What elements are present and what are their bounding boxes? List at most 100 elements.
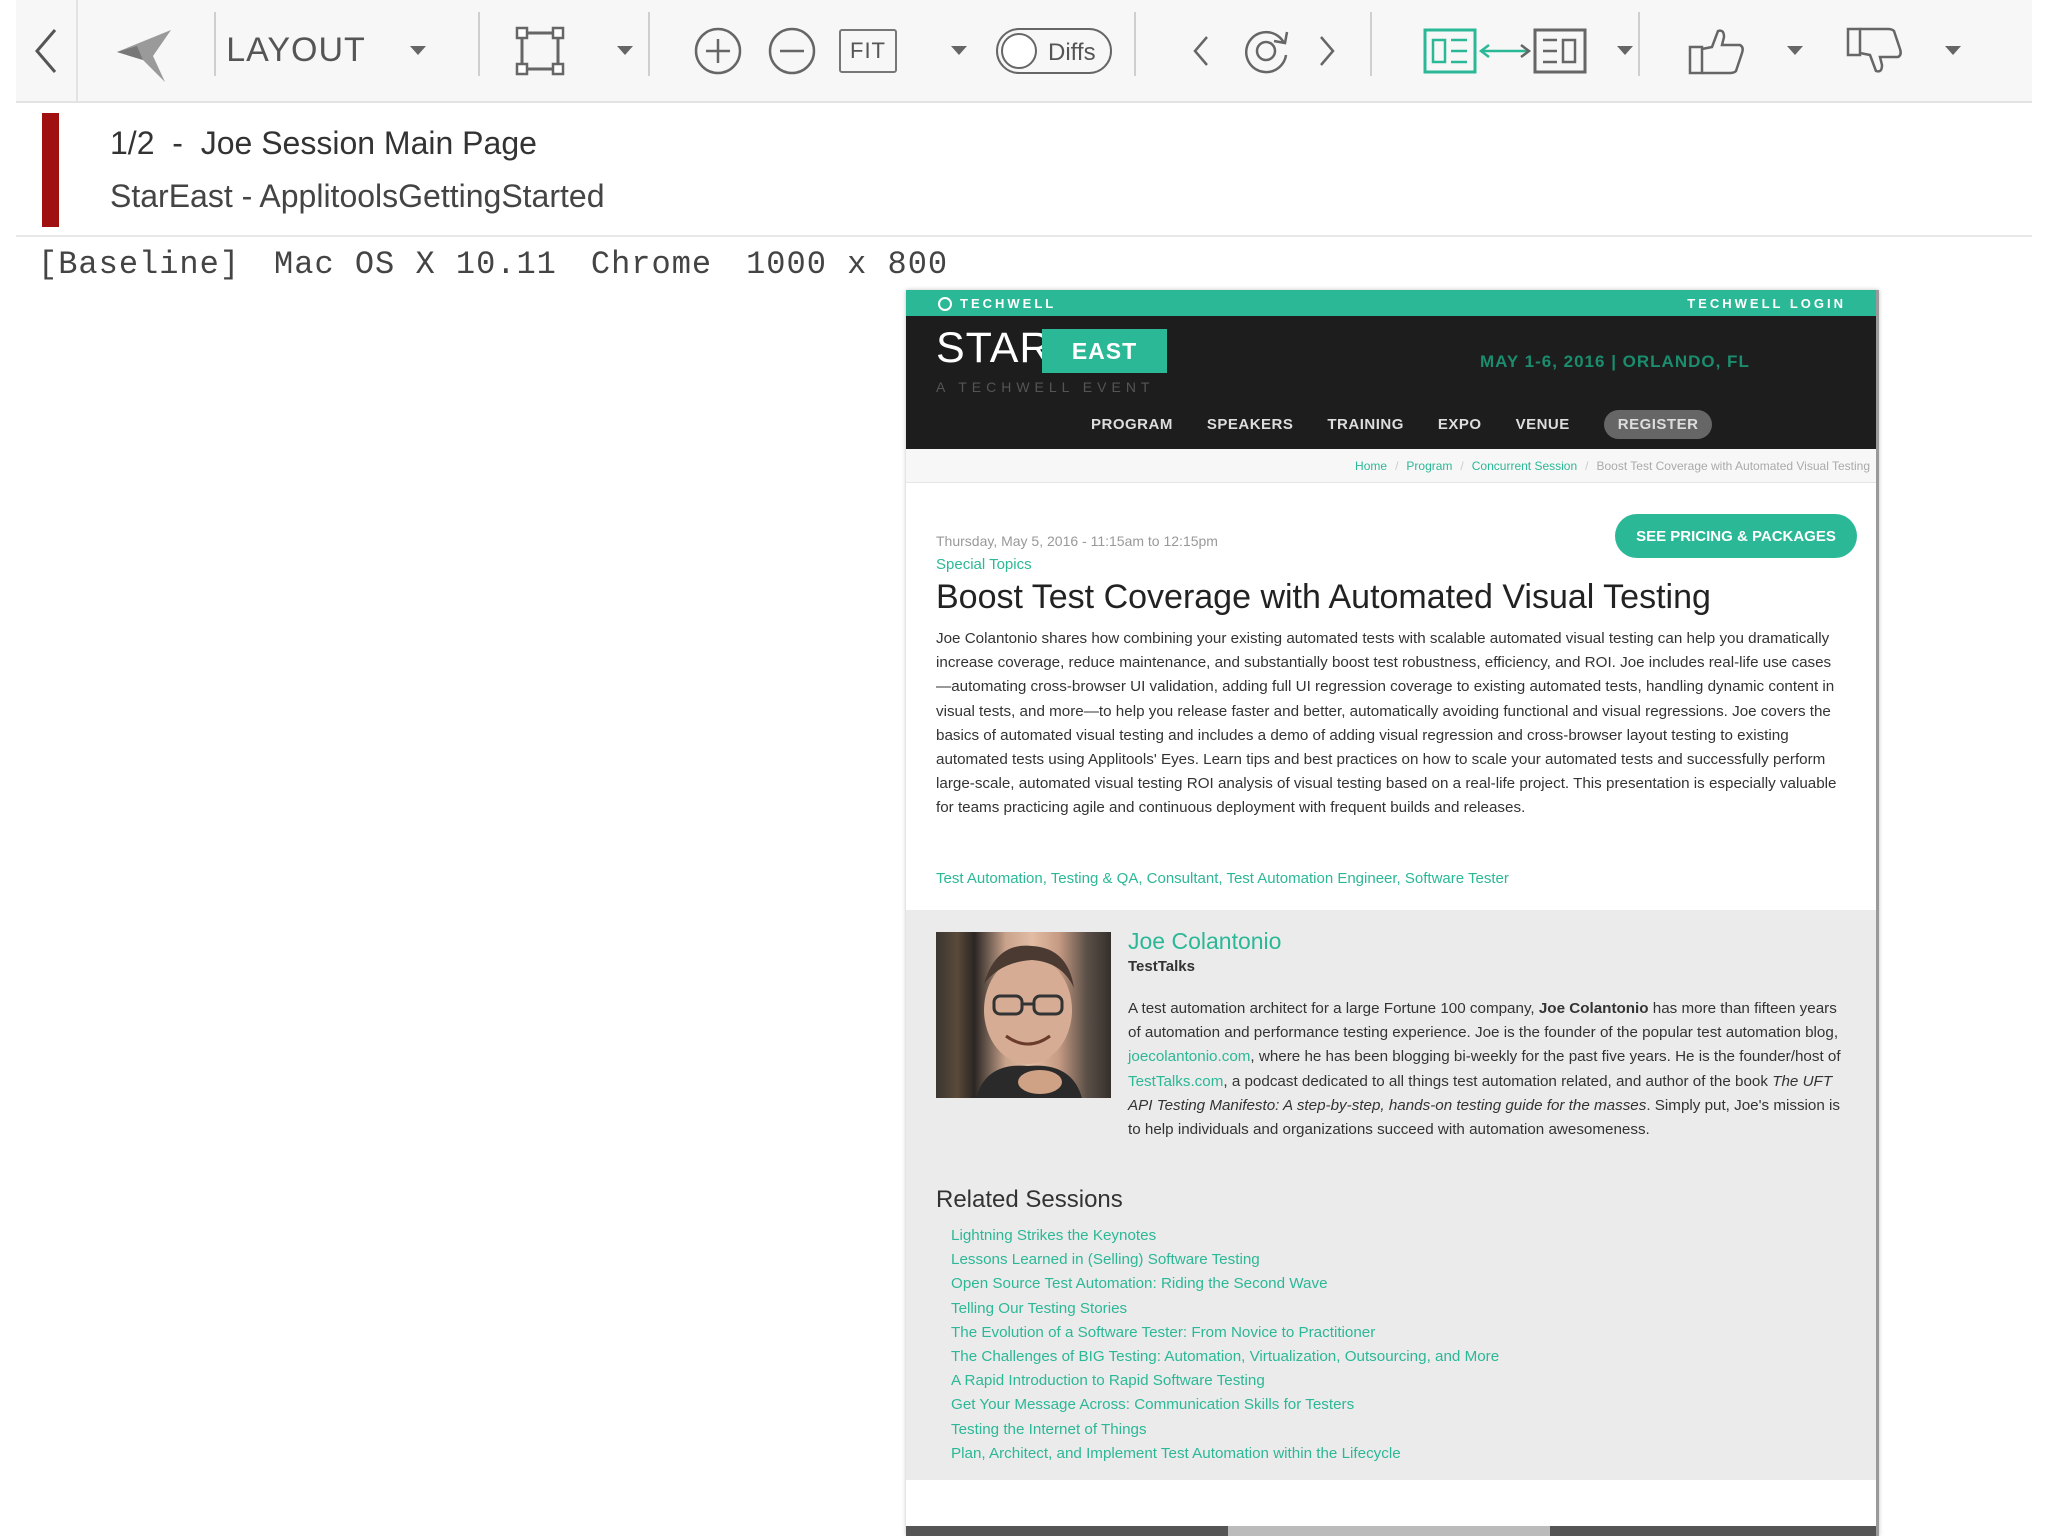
nav-register-button[interactable]: REGISTER [1603, 410, 1713, 439]
accept-dropdown-button[interactable] [1780, 0, 1810, 101]
nav-expo[interactable]: EXPO [1438, 416, 1482, 433]
scrollbar-thumb[interactable] [1228, 1526, 1550, 1536]
related-session-link[interactable]: Open Source Test Automation: Riding the … [951, 1272, 1499, 1296]
related-session-link[interactable]: Testing the Internet of Things [951, 1418, 1499, 1442]
chevron-down-icon [1787, 46, 1803, 55]
techwell-brand: TECHWELL [960, 296, 1057, 311]
event-date: MAY 1-6, 2016 | ORLANDO, FL [1480, 352, 1750, 371]
session-time: Thursday, May 5, 2016 - 11:15am to 12:15… [936, 533, 1218, 549]
layout-dropdown[interactable]: LAYOUT [226, 0, 426, 101]
session-track-link[interactable]: Special Topics [936, 556, 1032, 573]
reject-dropdown-button[interactable] [1938, 0, 1968, 101]
chevron-down-icon [409, 46, 426, 55]
related-session-link[interactable]: The Challenges of BIG Testing: Automatio… [951, 1345, 1499, 1369]
zoom-dropdown-button[interactable] [944, 0, 974, 101]
nav-venue[interactable]: VENUE [1516, 416, 1570, 433]
speaker-name-link[interactable]: Joe Colantonio [1128, 928, 1281, 955]
region-select-icon [515, 26, 565, 75]
speaker-company: TestTalks [1128, 958, 1195, 975]
diffs-toggle[interactable]: Diffs [994, 0, 1114, 101]
main-nav: PROGRAM SPEAKERS TRAINING EXPO VENUE REG… [1091, 410, 1713, 439]
breadcrumb-current: Boost Test Coverage with Automated Visua… [1596, 458, 1871, 473]
toggle-knob [1001, 32, 1037, 69]
toolbar: LAYOUT FIT Diffs [16, 0, 2032, 103]
breadcrumb-program[interactable]: Program [1406, 459, 1452, 473]
breadcrumb: Home / Program / Concurrent Session / Bo… [906, 449, 1876, 483]
baseline-screenshot[interactable]: TECHWELL TECHWELL LOGIN STAR EAST A TECH… [906, 290, 1879, 1536]
thumbs-down-button[interactable] [1842, 0, 1906, 101]
fit-button[interactable]: FIT [836, 0, 900, 101]
thumbs-up-button[interactable] [1684, 0, 1748, 101]
event-tagline: A TECHWELL EVENT [936, 379, 1155, 395]
previous-step-button[interactable] [1186, 0, 1216, 101]
chevron-left-icon [1193, 35, 1208, 66]
related-sessions-list: Lightning Strikes the Keynotes Lessons L… [951, 1224, 1499, 1466]
chevron-down-icon [951, 46, 967, 55]
navigator-icon [1245, 30, 1289, 73]
related-session-link[interactable]: Plan, Architect, and Implement Test Auto… [951, 1442, 1499, 1466]
zoom-out-button[interactable] [764, 0, 820, 101]
nav-program[interactable]: PROGRAM [1091, 416, 1173, 433]
bio-text: A test automation architect for a large … [1128, 1000, 1539, 1017]
next-step-button[interactable] [1312, 0, 1342, 101]
related-sessions-heading: Related Sessions [936, 1186, 1123, 1213]
diffs-switch: Diffs [996, 27, 1112, 74]
related-session-link[interactable]: A Rapid Introduction to Rapid Software T… [951, 1369, 1499, 1393]
bio-text: , where he has been blogging bi-weekly f… [1250, 1048, 1841, 1066]
bio-speaker-name: Joe Colantonio [1538, 1000, 1649, 1017]
speaker-panel: Joe Colantonio TestTalks A test automati… [906, 910, 1876, 1480]
zoom-in-icon [694, 27, 742, 74]
baseline-label: [Baseline] [38, 246, 241, 283]
techwell-top-bar: TECHWELL TECHWELL LOGIN [906, 290, 1876, 316]
site-header: STAR EAST A TECHWELL EVENT MAY 1-6, 2016… [906, 316, 1876, 449]
related-session-link[interactable]: Telling Our Testing Stories [951, 1297, 1499, 1321]
diffs-label: Diffs [1048, 38, 1096, 66]
viewport-label: 1000 x 800 [746, 246, 949, 283]
side-by-side-button[interactable] [1420, 0, 1590, 101]
blog-link[interactable]: joecolantonio.com [1128, 1048, 1250, 1065]
star-logo-text: STAR [936, 324, 1052, 372]
nav-training[interactable]: TRAINING [1327, 416, 1404, 433]
speaker-bio: A test automation architect for a large … [1128, 997, 1848, 1142]
chevron-down-icon [1617, 46, 1633, 55]
related-session-link[interactable]: Get Your Message Across: Communication S… [951, 1393, 1499, 1417]
step-navigator-button[interactable] [1238, 0, 1294, 101]
region-select-button[interactable] [512, 0, 568, 101]
compare-dropdown-button[interactable] [1610, 0, 1640, 101]
breadcrumb-separator: / [1395, 458, 1399, 473]
chevron-down-icon [1945, 46, 1961, 55]
nav-speakers[interactable]: SPEAKERS [1207, 416, 1294, 433]
fit-label: FIT [839, 28, 897, 73]
chevron-left-icon [35, 28, 57, 73]
breadcrumb-home[interactable]: Home [1355, 459, 1387, 473]
step-title: 1/2 - Joe Session Main Page [110, 125, 537, 161]
browser-label: Chrome [590, 246, 713, 283]
thumbs-down-icon [1846, 27, 1902, 73]
session-tags[interactable]: Test Automation, Testing & QA, Consultan… [936, 870, 1509, 887]
region-dropdown-button[interactable] [610, 0, 640, 101]
environment-info: [Baseline] Mac OS X 10.11 Chrome 1000 x … [38, 246, 948, 283]
session-title: Boost Test Coverage with Automated Visua… [936, 578, 1711, 616]
related-session-link[interactable]: Lightning Strikes the Keynotes [951, 1224, 1499, 1248]
techwell-login-link[interactable]: TECHWELL LOGIN [1687, 296, 1846, 311]
bio-text: , a podcast dedicated to all things test… [1223, 1072, 1773, 1090]
side-by-side-icon [1423, 28, 1587, 73]
east-logo-text: EAST [1042, 329, 1167, 373]
zoom-in-button[interactable] [690, 0, 746, 101]
app-name: StarEast - ApplitoolsGettingStarted [110, 178, 605, 214]
breadcrumb-separator: / [1460, 458, 1464, 473]
back-button[interactable] [16, 0, 78, 101]
related-session-link[interactable]: The Evolution of a Software Tester: From… [951, 1321, 1499, 1345]
related-session-link[interactable]: Lessons Learned in (Selling) Software Te… [951, 1248, 1499, 1272]
techwell-logo-icon [938, 296, 952, 311]
breadcrumb-concurrent[interactable]: Concurrent Session [1472, 459, 1577, 473]
chevron-right-icon [1320, 35, 1335, 66]
zoom-out-icon [768, 27, 816, 74]
techwell-logo: TECHWELL [938, 296, 1056, 311]
speaker-photo [936, 932, 1111, 1098]
applitools-logo-icon [108, 0, 180, 101]
breadcrumb-separator: / [1585, 458, 1589, 473]
thumbs-up-icon [1688, 28, 1744, 74]
see-pricing-button[interactable]: SEE PRICING & PACKAGES [1615, 514, 1857, 558]
testtalks-link[interactable]: TestTalks.com [1128, 1073, 1223, 1090]
